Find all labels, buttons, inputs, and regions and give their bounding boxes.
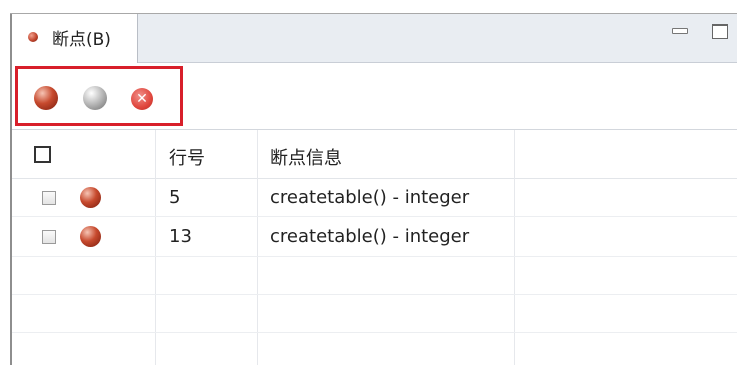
column-divider (514, 130, 515, 365)
breakpoint-icon (80, 226, 101, 247)
maximize-icon[interactable] (712, 24, 728, 39)
breakpoint-icon (80, 187, 101, 208)
tab-breakpoints[interactable]: 断点(B) (12, 14, 138, 63)
row-checkbox[interactable] (42, 230, 56, 244)
column-divider (155, 130, 156, 365)
close-icon: ✕ (136, 91, 148, 107)
row-divider (12, 216, 737, 217)
cell-line-number: 5 (169, 187, 181, 208)
tab-label: 断点(B) (52, 30, 111, 50)
breakpoint-disabled-icon[interactable] (83, 86, 107, 110)
column-header-line[interactable]: 行号 (169, 144, 205, 170)
row-divider (12, 332, 737, 333)
cell-line-number: 13 (169, 226, 192, 247)
select-all-checkbox[interactable] (34, 146, 51, 163)
minimize-icon[interactable] (672, 28, 688, 34)
breakpoint-enabled-icon[interactable] (34, 86, 58, 110)
cell-breakpoint-info: createtable() - integer (270, 187, 470, 208)
row-divider (12, 294, 737, 295)
column-divider (257, 130, 258, 365)
column-header-info[interactable]: 断点信息 (270, 144, 342, 170)
breakpoint-dot-icon (28, 32, 38, 42)
cell-breakpoint-info: createtable() - integer (270, 226, 470, 247)
table-header (12, 130, 737, 179)
row-checkbox[interactable] (42, 191, 56, 205)
row-divider (12, 256, 737, 257)
breakpoints-panel: 断点(B) ✕ 行号 断点信息 5 createtable() - intege… (0, 0, 737, 365)
remove-breakpoint-icon[interactable]: ✕ (131, 88, 153, 110)
